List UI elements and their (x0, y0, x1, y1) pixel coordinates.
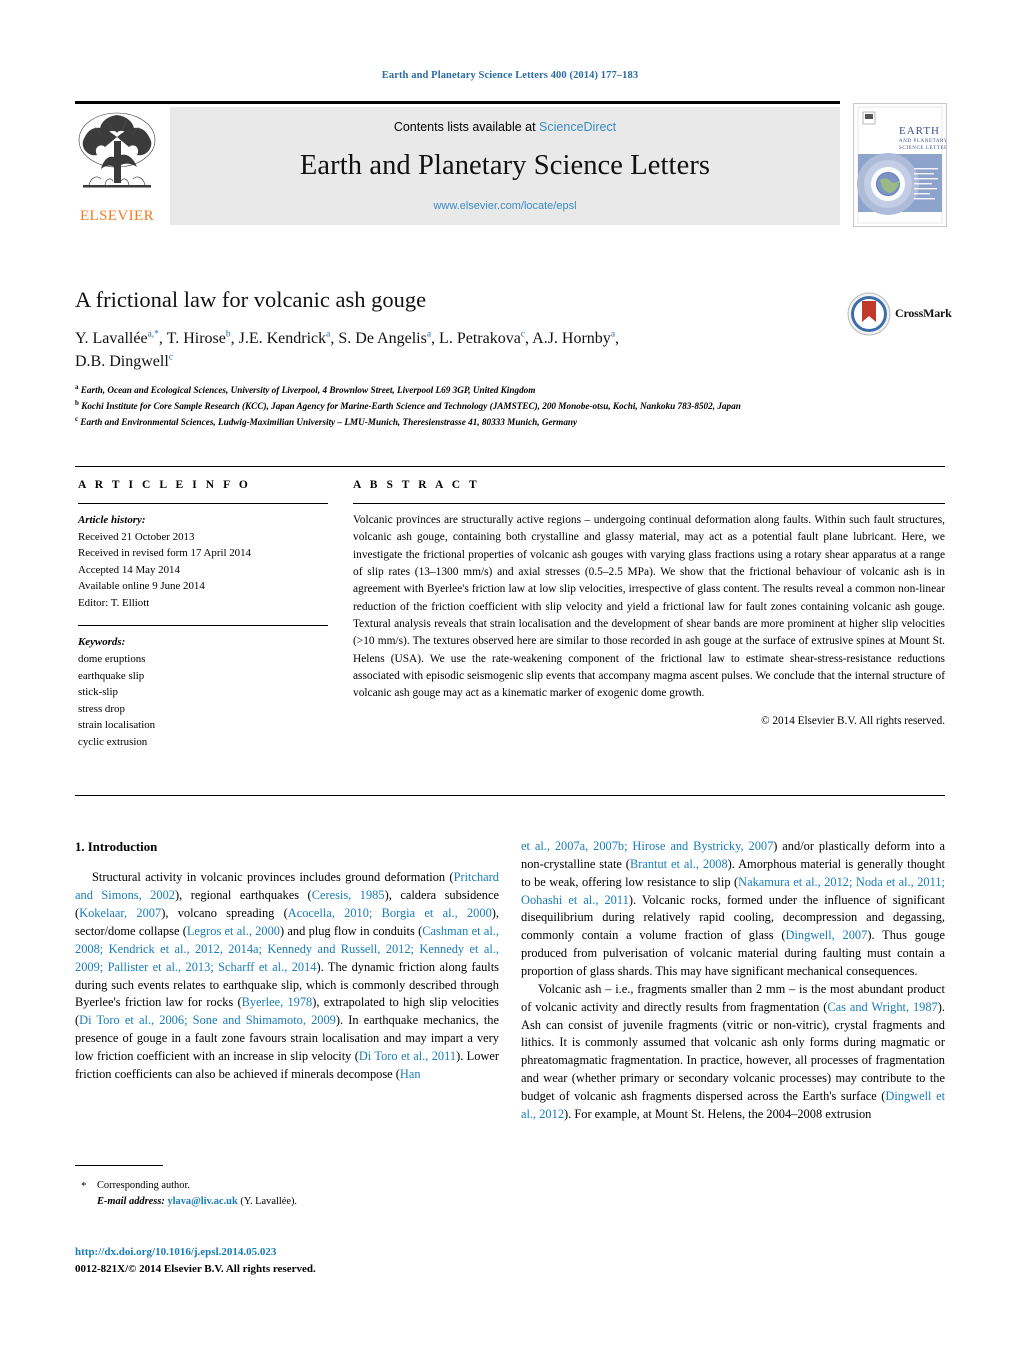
affiliation-text-a: Earth, Ocean and Ecological Sciences, Un… (80, 385, 536, 396)
keyword-item: cyclic extrusion (78, 735, 148, 748)
journal-masthead: ELSEVIER Contents lists available at Sci… (75, 101, 947, 227)
author-affiliation-mark: a (610, 329, 616, 340)
crossmark-label: CrossMark (895, 306, 952, 320)
keyword-item: dome eruptions (78, 652, 146, 665)
body-column-left: 1. Introduction Structural activity in v… (75, 838, 499, 1084)
abstract-copyright: © 2014 Elsevier B.V. All rights reserved… (761, 714, 945, 727)
author-affiliation-mark: c (168, 352, 173, 363)
affiliation-mark-a: a (75, 383, 79, 391)
author-affiliation-mark: a,* (147, 329, 159, 340)
email-link[interactable]: ylava@liv.ac.uk (167, 1196, 237, 1207)
affiliation-mark-b: b (75, 398, 79, 407)
keyword-item: strain localisation (78, 719, 156, 732)
abstract-column: A B S T R A C T Volcanic provinces are s… (353, 479, 945, 727)
article-info-column: A R T I C L E I N F O Article history: R… (78, 479, 328, 750)
crossmark-icon (847, 292, 891, 336)
journal-band: Contents lists available at ScienceDirec… (170, 107, 840, 225)
article-history-label: Article history: (78, 514, 146, 526)
footnote-rule (75, 1165, 163, 1166)
corresponding-author-label: Corresponding author. (97, 1180, 190, 1191)
intro-paragraph-left: Structural activity in volcanic province… (75, 870, 500, 1081)
keyword-item: stress drop (78, 702, 125, 715)
author-name: L. Petrakovac (439, 329, 526, 347)
author-affiliation-mark: a (326, 329, 331, 340)
issn-copyright-line: 0012-821X/© 2014 Elsevier B.V. All right… (75, 1262, 316, 1275)
author-affiliation-mark: b (225, 329, 231, 340)
email-label: E-mail address: (97, 1195, 165, 1207)
corresponding-author-mark: * (81, 1180, 87, 1192)
author-name: T. Hiroseb (166, 329, 231, 347)
affiliation-mark-c: c (75, 414, 79, 423)
journal-cover-thumbnail: EARTH AND PLANETARY SCIENCE LETTERS (853, 103, 947, 227)
author-line-2: D.B. Dingwellc (75, 352, 173, 370)
svg-text:AND PLANETARY: AND PLANETARY (899, 139, 946, 144)
doi-block: http://dx.doi.org/10.1016/j.epsl.2014.05… (75, 1244, 499, 1277)
footnote-block: * Corresponding author. E-mail address: … (75, 1178, 499, 1209)
page-title: A frictional law for volcanic ash gouge (75, 287, 427, 312)
section-heading-introduction: 1. Introduction (75, 840, 158, 854)
abstract-heading: A B S T R A C T (353, 479, 480, 491)
masthead-top-rule (75, 101, 840, 104)
history-item: Received in revised form 17 April 2014 (78, 547, 251, 560)
affiliation-c: c Earth and Environmental Sciences, Ludw… (75, 414, 955, 430)
affiliation-text-b: Kochi Institute for Core Sample Research… (81, 401, 741, 412)
author-name: Y. Lavalléea,* (75, 329, 159, 347)
author-line-1: Y. Lavalléea,*, T. Hiroseb, J.E. Kendric… (75, 329, 620, 347)
doi-link[interactable]: http://dx.doi.org/10.1016/j.epsl.2014.05… (75, 1244, 499, 1261)
svg-text:EARTH: EARTH (899, 125, 940, 137)
elsevier-logo: ELSEVIER (75, 107, 159, 225)
history-item: Available online 9 June 2014 (78, 580, 205, 593)
author-list: Y. Lavalléea,*, T. Hiroseb, J.E. Kendric… (75, 328, 865, 373)
author-affiliation-mark: c (520, 329, 526, 340)
abstract-rule (353, 503, 945, 504)
author-affiliation-mark: a (426, 329, 432, 340)
contents-list-line: Contents lists available at ScienceDirec… (170, 107, 840, 134)
elsevier-tree-icon (78, 112, 156, 188)
journal-title: Earth and Planetary Science Letters (299, 150, 711, 181)
article-info-rule (78, 503, 328, 504)
history-item: Editor: T. Elliott (78, 596, 150, 609)
author-name: J.E. Kendricka (238, 329, 331, 347)
affiliation-b: b Kochi Institute for Core Sample Resear… (75, 398, 955, 414)
author-name: A.J. Hornbya (532, 329, 616, 347)
keywords-label: Keywords: (78, 636, 126, 649)
svg-text:SCIENCE LETTERS: SCIENCE LETTERS (899, 146, 946, 151)
keyword-item: stick-slip (78, 686, 118, 699)
article-history-block: Article history: Received 21 October 201… (78, 512, 328, 611)
affiliations: a Earth, Ocean and Ecological Sciences, … (75, 382, 955, 430)
intro-paragraph-right-2: Volcanic ash – i.e., fragments smaller t… (521, 981, 946, 1121)
info-band-top-rule (75, 466, 945, 467)
affiliation-a: a Earth, Ocean and Ecological Sciences, … (75, 382, 955, 398)
contents-label: Contents lists available at (393, 120, 540, 134)
journal-article-page: Earth and Planetary Science Letters 400 … (0, 0, 1020, 1351)
email-line: E-mail address: ylava@liv.ac.uk (Y. Lava… (75, 1194, 499, 1210)
abstract-text: Volcanic provinces are structurally acti… (353, 514, 945, 700)
article-info-heading: A R T I C L E I N F O (78, 479, 251, 491)
affiliation-text-c: Earth and Environmental Sciences, Ludwig… (80, 417, 578, 427)
journal-url-link[interactable]: www.elsevier.com/locate/epsl (170, 200, 840, 212)
email-owner: (Y. Lavallée). (240, 1195, 297, 1207)
keywords-block: Keywords: dome eruptions earthquake slip… (78, 634, 328, 750)
history-item: Received 21 October 2013 (78, 530, 195, 543)
history-item: Accepted 14 May 2014 (78, 563, 180, 576)
info-band-bottom-rule (75, 795, 945, 796)
elsevier-wordmark: ELSEVIER (79, 208, 155, 224)
article-header: A frictional law for volcanic ash gouge … (75, 286, 952, 373)
journal-cover-art: EARTH AND PLANETARY SCIENCE LETTERS (854, 104, 946, 226)
sciencedirect-link[interactable]: ScienceDirect (539, 120, 616, 134)
body-column-right: et al., 2007a, 2007b; Hirose and Bystric… (521, 838, 945, 1124)
author-name: D.B. Dingwellc (75, 352, 173, 370)
crossmark-badge[interactable]: CrossMark (847, 292, 952, 338)
keywords-rule (78, 625, 328, 627)
keyword-item: earthquake slip (78, 669, 145, 682)
intro-paragraph-right-1: et al., 2007a, 2007b; Hirose and Bystric… (521, 839, 946, 979)
running-head: Earth and Planetary Science Letters 400 … (381, 70, 639, 81)
author-name: S. De Angelisa (338, 329, 432, 347)
